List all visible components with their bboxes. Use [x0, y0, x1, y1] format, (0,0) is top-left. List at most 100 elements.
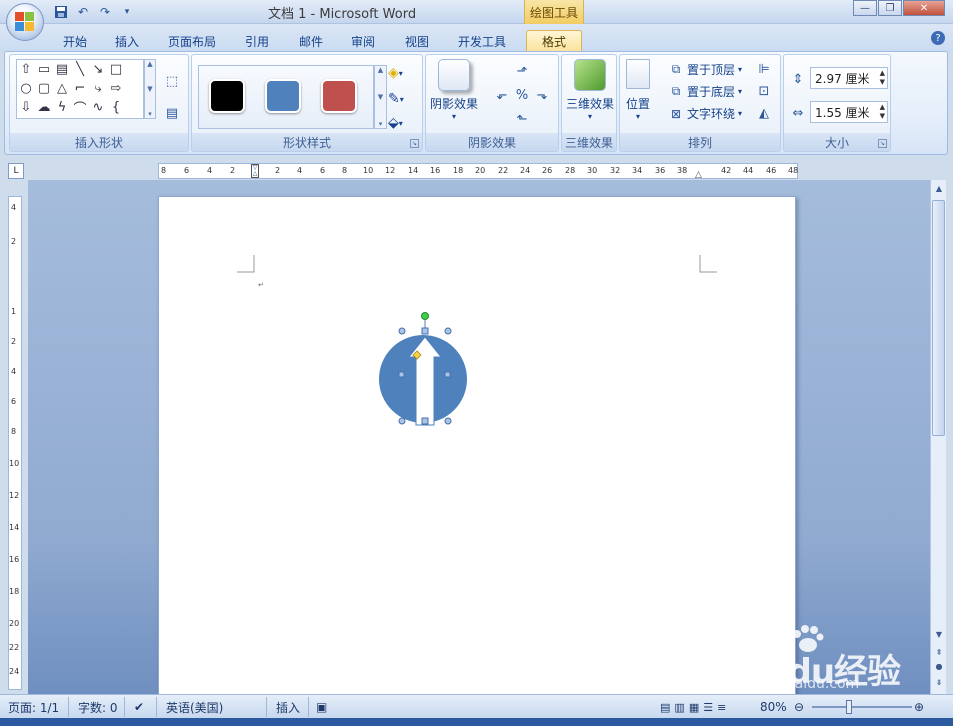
scroll-up-icon[interactable]: ▲	[934, 184, 944, 194]
rotation-handle[interactable]	[421, 312, 429, 320]
up-arrow-shape-icon[interactable]: ⇧	[17, 60, 35, 79]
tab-home[interactable]: 开始	[54, 30, 96, 52]
next-page-icon[interactable]: ⇟	[934, 678, 944, 688]
word-count[interactable]: 字数: 0	[78, 699, 118, 715]
resize-handle-bottom[interactable]	[421, 417, 429, 425]
macro-record-icon[interactable]: ▣	[316, 699, 327, 715]
zoom-level[interactable]: 80%	[760, 699, 787, 715]
tab-insert[interactable]: 插入	[106, 30, 148, 52]
resize-handle-right[interactable]	[444, 371, 451, 378]
width-spinner-icon[interactable]: ▲ ▼	[880, 103, 885, 121]
undo-icon[interactable]: ↶	[74, 4, 92, 20]
full-screen-reading-icon[interactable]: ▥	[674, 701, 684, 714]
scroll-down-icon[interactable]: ▼	[375, 93, 386, 101]
minimize-button[interactable]: —	[853, 0, 877, 16]
edit-shape-icon[interactable]: ⬚	[164, 73, 180, 89]
change-shape-button[interactable]: ⬙ ▾	[388, 113, 422, 133]
style-swatch-black[interactable]	[209, 79, 245, 113]
nudge-up-icon[interactable]: ⬏	[514, 63, 530, 79]
group-objects-icon[interactable]: ⊡	[756, 83, 772, 99]
style-gallery-scroll[interactable]: ▲ ▼ ▾	[374, 65, 387, 129]
shape-fill-button[interactable]: ◈ ▾	[388, 63, 422, 83]
close-button[interactable]: ✕	[903, 0, 945, 16]
browse-object-icon[interactable]: ●	[934, 662, 944, 672]
bring-to-front-button[interactable]: ⧉ 置于顶层 ▾	[668, 61, 742, 78]
nudge-left-icon[interactable]: ⬐	[494, 87, 510, 103]
outline-view-icon[interactable]: ☰	[703, 701, 713, 714]
vertical-scrollbar[interactable]: ▲ ▼ ⇞ ● ⇟	[930, 180, 946, 694]
shadow-effects-button[interactable]: 阴影效果 ▾	[430, 59, 478, 121]
gallery-more-icon[interactable]: ▾	[375, 120, 386, 128]
oval-shape-icon[interactable]: ○	[17, 79, 35, 98]
arrow-line-shape-icon[interactable]: ↘	[89, 60, 107, 79]
vertical-ruler[interactable]: 4 2 1 2 4 6 8 10 12 14 16 18 20 22 24	[8, 196, 22, 690]
dialog-launcher-icon[interactable]: ↘	[410, 139, 419, 148]
curve-shape-icon[interactable]: ∿	[89, 98, 107, 117]
tab-view[interactable]: 视图	[396, 30, 438, 52]
rounded-rect-shape-icon[interactable]: ▢	[35, 79, 53, 98]
triangle-shape-icon[interactable]: △	[53, 79, 71, 98]
insert-mode[interactable]: 插入	[276, 699, 300, 715]
resize-handle-top-right[interactable]	[444, 327, 452, 335]
rectangle-shape-icon[interactable]: □	[107, 60, 125, 79]
draft-view-icon[interactable]: ≡	[717, 701, 726, 714]
draw-text-box-icon[interactable]: ▤	[164, 105, 180, 121]
zoom-out-icon[interactable]: ⊖	[794, 699, 804, 715]
scroll-down-icon[interactable]: ▼	[145, 85, 155, 93]
lightning-shape-icon[interactable]: ϟ	[53, 98, 71, 117]
page-count[interactable]: 页面: 1/1	[8, 699, 59, 715]
proofing-icon[interactable]: ✔	[134, 699, 144, 715]
zoom-slider-thumb[interactable]	[846, 700, 852, 714]
resize-handle-top[interactable]	[421, 327, 429, 335]
indent-marker-icon[interactable]: ▽ △	[251, 164, 259, 178]
tab-review[interactable]: 审阅	[342, 30, 384, 52]
tab-format[interactable]: 格式	[526, 30, 582, 52]
align-icon[interactable]: ⊫	[756, 61, 772, 77]
resize-handle-left[interactable]	[398, 371, 405, 378]
help-icon[interactable]: ?	[931, 31, 945, 45]
tab-selector-icon[interactable]: L	[8, 163, 24, 179]
scroll-up-icon[interactable]: ▲	[375, 66, 386, 74]
arc-shape-icon[interactable]: ⌒	[71, 98, 89, 117]
scrollbar-thumb[interactable]	[932, 200, 945, 436]
style-swatch-red[interactable]	[321, 79, 357, 113]
vertical-text-box-shape-icon[interactable]: ▤	[53, 60, 71, 79]
style-swatch-blue[interactable]	[265, 79, 301, 113]
print-layout-view-icon[interactable]: ▤	[660, 701, 670, 714]
redo-icon[interactable]: ↷	[96, 4, 114, 20]
shape-style-gallery[interactable]	[198, 65, 374, 129]
height-spinner-icon[interactable]: ▲ ▼	[880, 69, 885, 87]
selected-shape[interactable]	[371, 309, 475, 433]
tab-mailings[interactable]: 邮件	[290, 30, 332, 52]
zoom-in-icon[interactable]: ⊕	[914, 699, 924, 715]
document-page[interactable]: ↵	[158, 196, 796, 706]
web-layout-icon[interactable]: ▦	[689, 701, 699, 714]
dialog-launcher-icon[interactable]: ↘	[878, 139, 887, 148]
scroll-up-icon[interactable]: ▲	[145, 60, 155, 68]
restore-button[interactable]: ❐	[878, 0, 902, 16]
previous-page-icon[interactable]: ⇞	[934, 648, 944, 658]
shadow-toggle-icon[interactable]: %	[514, 87, 530, 103]
resize-handle-top-left[interactable]	[398, 327, 406, 335]
customize-qat-icon[interactable]: ▾	[118, 4, 136, 20]
cloud-shape-icon[interactable]: ☁	[35, 98, 53, 117]
send-to-back-button[interactable]: ⧉ 置于底层 ▾	[668, 83, 742, 100]
language-indicator[interactable]: 英语(美国)	[166, 699, 223, 715]
zoom-slider[interactable]	[812, 706, 912, 708]
shapes-gallery[interactable]: ⇧ ▭ ▤ ╲ ↘ □ ○ ▢ △ ⌐ ⤷ ⇨ ⇩ ☁ ϟ ⌒ ∿ {	[16, 59, 144, 119]
scroll-down-icon[interactable]: ▼	[934, 630, 944, 640]
office-button[interactable]	[6, 3, 44, 41]
elbow-arrow-shape-icon[interactable]: ⤷	[89, 79, 107, 98]
text-wrap-button[interactable]: ⊠ 文字环绕 ▾	[668, 105, 742, 122]
line-shape-icon[interactable]: ╲	[71, 60, 89, 79]
shape-height-field[interactable]: 2.97 厘米 ▲ ▼	[810, 67, 888, 89]
brace-shape-icon[interactable]: {	[107, 98, 125, 117]
shape-outline-button[interactable]: ✎ ▾	[388, 89, 422, 109]
nudge-right-icon[interactable]: ⬎	[534, 87, 550, 103]
right-indent-marker-icon[interactable]: △	[695, 170, 702, 180]
tab-page-layout[interactable]: 页面布局	[160, 30, 224, 52]
rotate-icon[interactable]: ◭	[756, 105, 772, 121]
shape-width-field[interactable]: 1.55 厘米 ▲ ▼	[810, 101, 888, 123]
right-arrow-shape-icon[interactable]: ⇨	[107, 79, 125, 98]
tab-references[interactable]: 引用	[236, 30, 278, 52]
